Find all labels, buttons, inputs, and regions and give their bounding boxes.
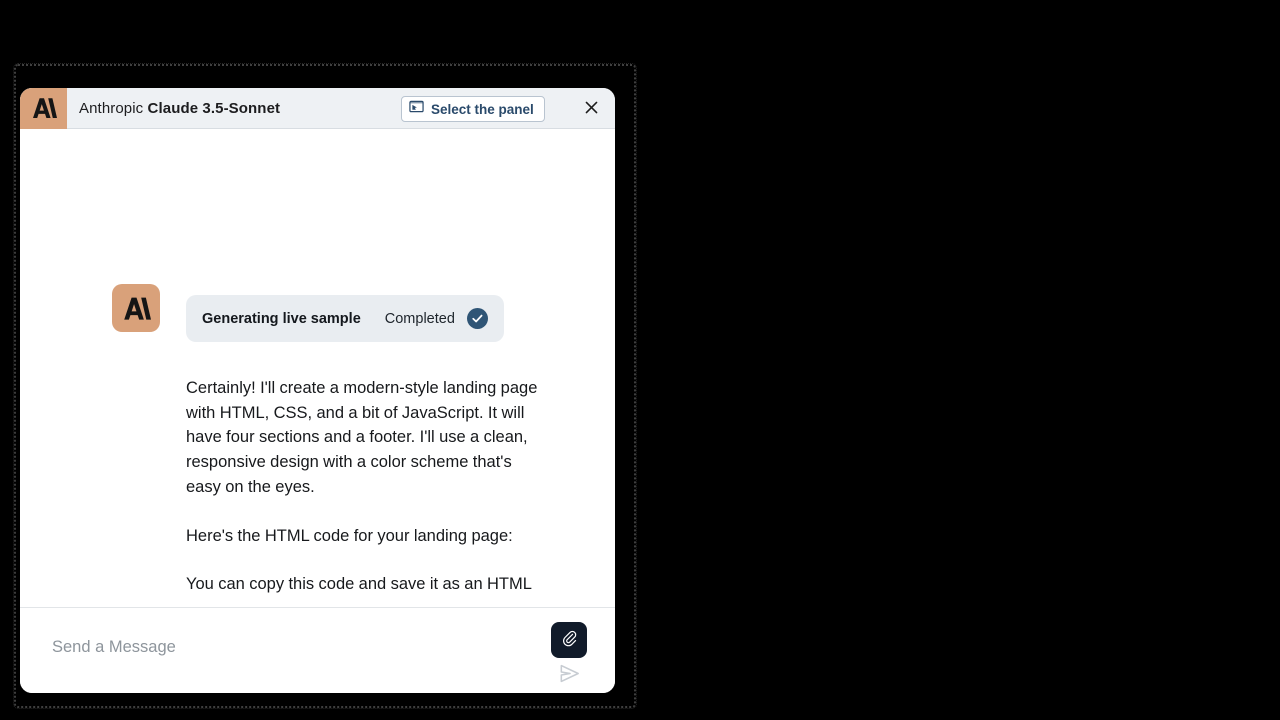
select-panel-button[interactable]: Select the panel xyxy=(401,96,545,122)
title-bar: Anthropic Claude 3.5-Sonnet Select the p… xyxy=(20,88,615,129)
composer-bar xyxy=(20,607,615,693)
window-title: Anthropic Claude 3.5-Sonnet xyxy=(79,100,280,117)
screen-root: Anthropic Claude 3.5-Sonnet Select the p… xyxy=(0,0,1280,720)
conversation-scroll-area[interactable]: Generating live sample Completed Certain… xyxy=(20,129,615,607)
title-prefix: Anthropic xyxy=(79,99,148,117)
title-model: Claude 3.5-Sonnet xyxy=(147,99,281,117)
check-circle-icon xyxy=(466,308,488,329)
status-card[interactable]: Generating live sample Completed xyxy=(186,295,504,342)
send-icon xyxy=(557,661,582,689)
paperclip-icon xyxy=(560,629,579,651)
chat-window: Anthropic Claude 3.5-Sonnet Select the p… xyxy=(20,88,615,693)
anthropic-logo-icon xyxy=(20,88,67,129)
status-card-state: Completed xyxy=(384,310,455,327)
assistant-message: Generating live sample Completed Certain… xyxy=(186,295,546,607)
message-paragraph: Certainly! I'll create a modern-style la… xyxy=(186,379,538,496)
close-icon xyxy=(584,100,599,118)
status-card-title: Generating live sample xyxy=(202,310,361,327)
message-paragraph: Here's the HTML code for your landing pa… xyxy=(186,526,513,545)
send-button[interactable] xyxy=(551,660,587,690)
attach-button[interactable] xyxy=(551,622,587,658)
select-panel-icon xyxy=(409,99,424,119)
message-input[interactable] xyxy=(52,638,552,657)
close-button[interactable] xyxy=(577,95,605,123)
select-panel-label: Select the panel xyxy=(431,101,534,117)
anthropic-avatar-icon xyxy=(112,284,160,332)
